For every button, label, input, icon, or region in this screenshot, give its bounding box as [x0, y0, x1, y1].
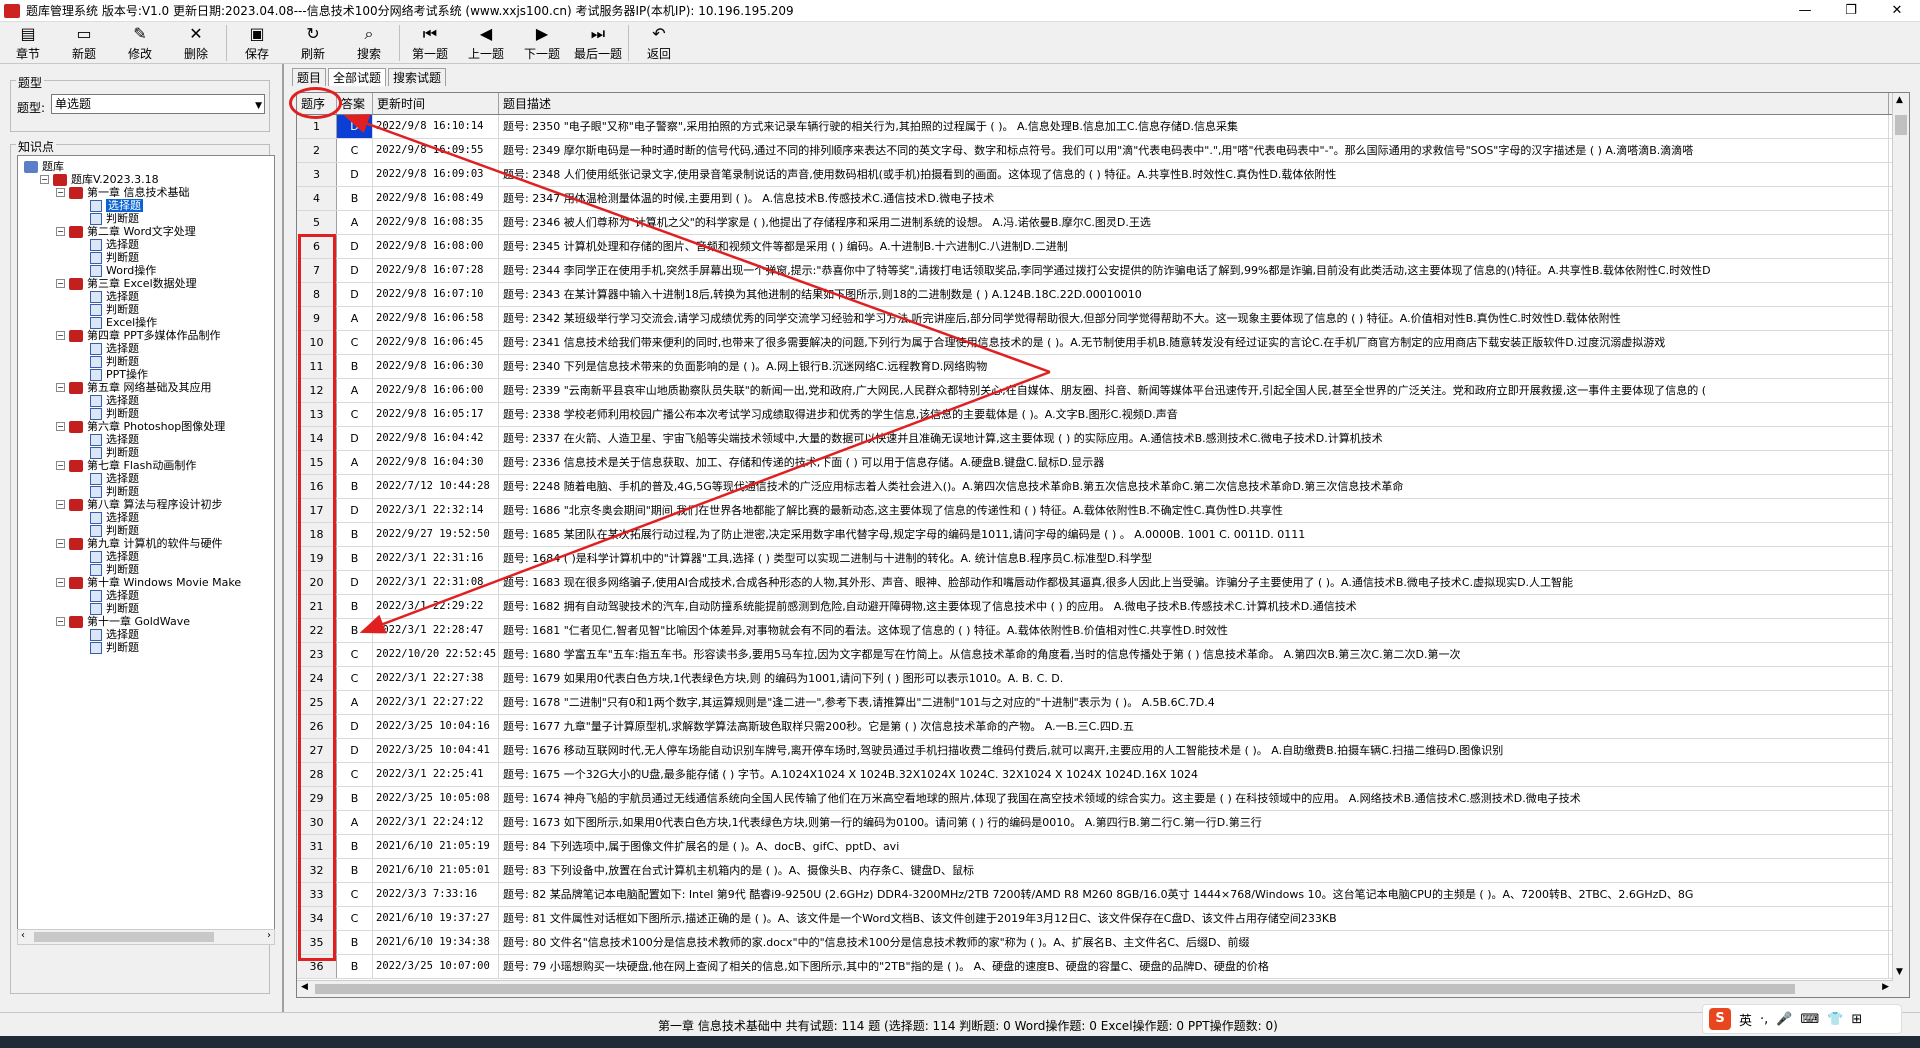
keyboard-icon[interactable]: ⌨ — [1800, 1012, 1819, 1027]
status-bar: 第一章 信息技术基础中 共有试题: 114 题 (选择题: 114 判断题: 0… — [0, 1012, 1920, 1036]
taskbar-edge — [0, 1036, 1920, 1048]
toolbox-icon[interactable]: ⊞ — [1851, 1012, 1862, 1027]
ime-logo-icon[interactable]: S — [1709, 1008, 1731, 1030]
status-text: 第一章 信息技术基础中 共有试题: 114 题 (选择题: 114 判断题: 0… — [658, 1019, 1278, 1033]
annotation-arrow-right — [343, 114, 1051, 374]
punctuation-icon[interactable]: ·, — [1760, 1012, 1768, 1027]
ime-language[interactable]: 英 — [1739, 1010, 1752, 1029]
annotation-arrow-down — [359, 370, 1051, 634]
annotation-arrows — [343, 114, 1051, 634]
microphone-icon[interactable]: 🎤 — [1776, 1012, 1792, 1027]
ime-toolbar[interactable]: S 英 ·, 🎤 ⌨ 👕 ⊞ — [1702, 1004, 1902, 1034]
skin-icon[interactable]: 👕 — [1827, 1012, 1843, 1027]
